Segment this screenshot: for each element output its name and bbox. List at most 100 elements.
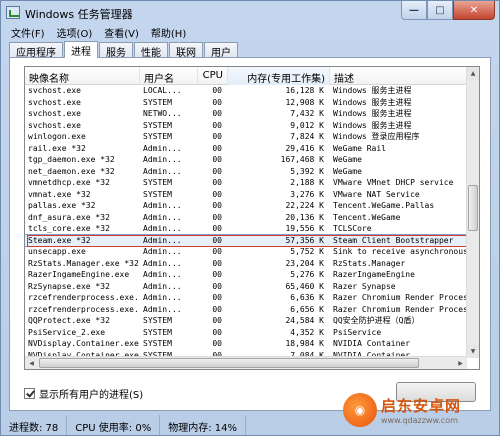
maximize-button[interactable]: □ bbox=[427, 1, 453, 20]
cell-memory: 5,392 K bbox=[290, 166, 324, 176]
close-button[interactable]: ✕ bbox=[453, 1, 495, 20]
cell-description: WeGame bbox=[333, 166, 362, 176]
table-row[interactable]: rail.exe *32 Admin... 00 29,416 K WeGame Rai… bbox=[25, 143, 467, 155]
cell-image-name: RazerIngameEngine.exe bbox=[28, 270, 130, 279]
window-title: Windows 任务管理器 bbox=[25, 8, 133, 21]
cell-description: TCLSCore bbox=[333, 224, 372, 233]
tab-networking[interactable]: 联网 bbox=[169, 42, 203, 59]
cell-cpu: 00 bbox=[212, 201, 222, 210]
cell-cpu: 00 bbox=[212, 235, 222, 245]
cell-user-name: SYSTEM bbox=[143, 339, 172, 348]
table-row[interactable]: rzcefrenderprocess.exe... Admin... 00 6,636… bbox=[25, 292, 467, 304]
tab-performance[interactable]: 性能 bbox=[134, 42, 168, 59]
cell-user-name: SYSTEM bbox=[143, 132, 172, 141]
cell-cpu: 00 bbox=[212, 109, 222, 118]
cell-cpu: 00 bbox=[212, 316, 222, 325]
cell-image-name: dnf_asura.exe *32 bbox=[28, 212, 110, 222]
table-row[interactable]: svchost.exe LOCAL... 00 16,128 K Windows 服务主… bbox=[25, 85, 467, 97]
table-row[interactable]: pallas.exe *32 Admin... 00 22,224 K Tencent.… bbox=[25, 200, 467, 212]
table-row[interactable]: rzcefrenderprocess.exe... Admin... 00 6,656… bbox=[25, 304, 467, 316]
cell-user-name: Admin... bbox=[143, 166, 182, 176]
cell-description: VMware NAT Service bbox=[333, 189, 420, 199]
table-row[interactable]: RzStats.Manager.exe *32 Admin... 00 23,204 … bbox=[25, 258, 467, 270]
cell-user-name: Admin... bbox=[143, 201, 182, 210]
horizontal-scroll-thumb[interactable] bbox=[39, 358, 419, 368]
tab-services[interactable]: 服务 bbox=[99, 42, 133, 59]
cell-memory: 18,984 K bbox=[285, 339, 324, 348]
cell-description: Razer Chromium Render Process bbox=[333, 293, 467, 302]
tab-applications[interactable]: 应用程序 bbox=[9, 42, 63, 59]
cell-image-name: svchost.exe bbox=[28, 109, 81, 118]
cell-description: RazerIngameEngine bbox=[333, 270, 415, 279]
tab-users[interactable]: 用户 bbox=[204, 42, 238, 59]
table-row[interactable]: net_daemon.exe *32 Admin... 00 5,392 K WeGam… bbox=[25, 166, 467, 178]
table-row[interactable]: tgp_daemon.exe *32 Admin... 00 167,468 K WeG… bbox=[25, 154, 467, 166]
table-row[interactable]: QQProtect.exe *32 SYSTEM 00 24,584 K QQ安全防护进… bbox=[25, 315, 467, 327]
table-row[interactable]: svchost.exe SYSTEM 00 12,908 K Windows 服务主进程 bbox=[25, 97, 467, 109]
table-row[interactable]: unsecapp.exe Admin... 00 5,752 K Sink to rec… bbox=[25, 246, 467, 258]
cell-description: Tencent.WeGame.Pallas bbox=[333, 201, 435, 210]
scroll-left-arrow-icon[interactable]: ◀ bbox=[25, 357, 38, 369]
table-row[interactable]: Steam.exe *32 Admin... 00 57,356 K Steam Cli… bbox=[25, 233, 472, 247]
cell-user-name: Admin... bbox=[143, 212, 182, 222]
cell-memory: 20,136 K bbox=[285, 212, 324, 222]
table-row[interactable]: PsiService_2.exe SYSTEM 00 4,352 K PsiServic… bbox=[25, 327, 467, 339]
table-row[interactable]: winlogon.exe SYSTEM 00 7,824 K Windows 登录应用程… bbox=[25, 131, 467, 143]
cell-memory: 22,224 K bbox=[285, 201, 324, 210]
cell-cpu: 00 bbox=[212, 281, 222, 291]
menu-help[interactable]: 帮助(H) bbox=[145, 24, 192, 40]
horizontal-scrollbar[interactable]: ◀ ▶ bbox=[25, 356, 467, 369]
cell-image-name: rzcefrenderprocess.exe... bbox=[28, 304, 140, 314]
cell-cpu: 00 bbox=[212, 155, 222, 164]
cell-image-name: Steam.exe *32 bbox=[28, 235, 91, 245]
tab-processes[interactable]: 进程 bbox=[64, 41, 98, 58]
table-row[interactable]: svchost.exe NETWO... 00 7,432 K Windows 服务主进… bbox=[25, 108, 467, 120]
table-row[interactable]: RzSynapse.exe *32 Admin... 00 65,460 K Razer… bbox=[25, 281, 467, 293]
menu-options[interactable]: 选项(O) bbox=[51, 24, 99, 40]
column-user-name[interactable]: 用户名 bbox=[140, 67, 198, 85]
cell-memory: 7,824 K bbox=[290, 132, 324, 141]
scroll-up-arrow-icon[interactable]: ▲ bbox=[467, 67, 479, 80]
cell-cpu: 00 bbox=[212, 132, 222, 141]
table-row[interactable]: svchost.exe SYSTEM 00 9,012 K Windows 服务主进程 bbox=[25, 120, 467, 132]
cell-image-name: winlogon.exe bbox=[28, 132, 86, 141]
cell-user-name: Admin... bbox=[143, 247, 182, 256]
cell-memory: 9,012 K bbox=[290, 120, 324, 130]
cell-cpu: 00 bbox=[212, 304, 222, 314]
cell-cpu: 00 bbox=[212, 293, 222, 302]
window-controls: — □ ✕ bbox=[401, 1, 495, 20]
show-all-users-label: 显示所有用户的进程(S) bbox=[39, 390, 144, 401]
menu-view[interactable]: 查看(V) bbox=[98, 24, 145, 40]
cell-user-name: SYSTEM bbox=[143, 178, 172, 187]
column-memory[interactable]: 内存(专用工作集) bbox=[228, 67, 330, 85]
table-row[interactable]: RazerIngameEngine.exe Admin... 00 5,276 K Ra… bbox=[25, 269, 467, 281]
cell-memory: 16,128 K bbox=[285, 86, 324, 95]
show-all-users-option[interactable]: 显示所有用户的进程(S) bbox=[24, 386, 143, 401]
physical-memory: 物理内存: 14% bbox=[160, 415, 246, 435]
table-row[interactable]: vmnat.exe *32 SYSTEM 00 3,276 K VMware NAT S… bbox=[25, 189, 467, 201]
table-row[interactable]: vmnetdhcp.exe *32 SYSTEM 00 2,188 K VMware V… bbox=[25, 177, 467, 189]
cell-cpu: 00 bbox=[212, 270, 222, 279]
table-row[interactable]: dnf_asura.exe *32 Admin... 00 20,136 K Tence… bbox=[25, 212, 467, 224]
cell-image-name: unsecapp.exe bbox=[28, 247, 86, 256]
table-row[interactable]: tcls_core.exe *32 Admin... 00 19,556 K TCLSC… bbox=[25, 223, 467, 235]
vertical-scrollbar[interactable]: ▲ ▼ bbox=[466, 67, 479, 358]
column-description[interactable]: 描述 bbox=[330, 67, 467, 85]
column-cpu[interactable]: CPU bbox=[198, 67, 228, 85]
scroll-right-arrow-icon[interactable]: ▶ bbox=[454, 357, 467, 369]
watermark-url: www.qdazzww.com bbox=[381, 416, 458, 425]
cell-cpu: 00 bbox=[212, 120, 222, 130]
menu-file[interactable]: 文件(F) bbox=[5, 24, 51, 40]
scroll-down-arrow-icon[interactable]: ▼ bbox=[467, 345, 479, 358]
column-image-name[interactable]: 映像名称 bbox=[25, 67, 140, 85]
show-all-users-checkbox[interactable] bbox=[24, 388, 35, 399]
table-row[interactable]: NVDisplay.Container.exe SYSTEM 00 18,984 K N… bbox=[25, 338, 467, 350]
title-bar[interactable]: Windows 任务管理器 — □ ✕ bbox=[1, 1, 499, 25]
cell-description: WeGame Rail bbox=[333, 143, 386, 153]
cell-user-name: LOCAL... bbox=[143, 86, 182, 95]
process-list[interactable]: 映像名称 用户名 CPU 内存(专用工作集) 描述 svchost.exe LOC… bbox=[24, 66, 480, 370]
vertical-scroll-thumb[interactable] bbox=[468, 185, 478, 231]
cell-cpu: 00 bbox=[212, 224, 222, 233]
minimize-button[interactable]: — bbox=[401, 1, 427, 20]
cell-memory: 29,416 K bbox=[285, 143, 324, 153]
